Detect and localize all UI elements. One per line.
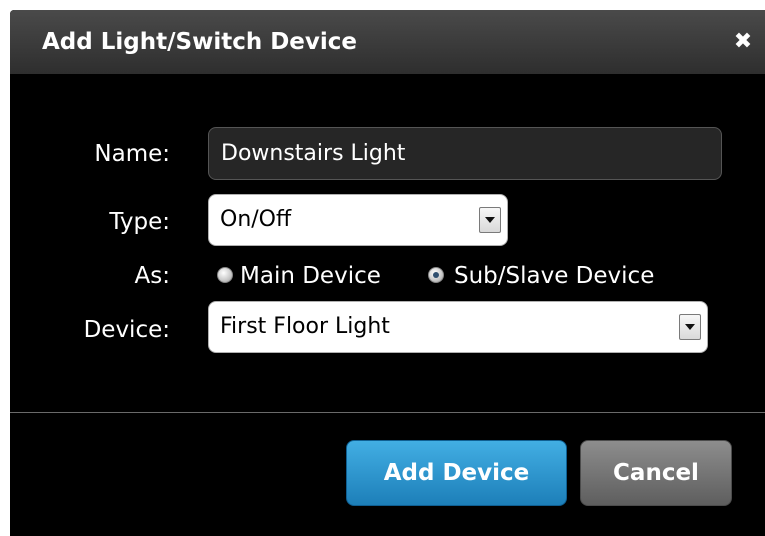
add-device-button[interactable]: Add Device	[346, 440, 567, 506]
type-select-value: On/Off	[220, 207, 292, 232]
device-label: Device:	[83, 317, 170, 343]
device-select-value: First Floor Light	[220, 314, 390, 339]
close-icon[interactable]: ✖	[731, 30, 755, 54]
dialog-titlebar: Add Light/Switch Device ✖	[10, 10, 765, 74]
name-input[interactable]: Downstairs Light	[208, 127, 722, 180]
device-select[interactable]: First Floor Light	[208, 301, 708, 353]
sub-slave-device-label: Sub/Slave Device	[454, 263, 655, 289]
chevron-down-icon[interactable]	[679, 314, 701, 340]
sub-slave-device-radio[interactable]	[428, 267, 444, 283]
type-label: Type:	[109, 209, 170, 235]
dialog-title: Add Light/Switch Device	[42, 29, 358, 55]
main-device-label: Main Device	[240, 263, 381, 289]
chevron-down-icon[interactable]	[479, 207, 501, 233]
name-label: Name:	[94, 141, 170, 167]
cancel-button[interactable]: Cancel	[580, 440, 732, 506]
footer-divider	[10, 412, 765, 413]
main-device-radio[interactable]	[217, 267, 233, 283]
as-label: As:	[134, 263, 170, 289]
add-device-dialog: Add Light/Switch Device ✖ Name: Downstai…	[10, 10, 765, 536]
type-select[interactable]: On/Off	[208, 194, 508, 246]
